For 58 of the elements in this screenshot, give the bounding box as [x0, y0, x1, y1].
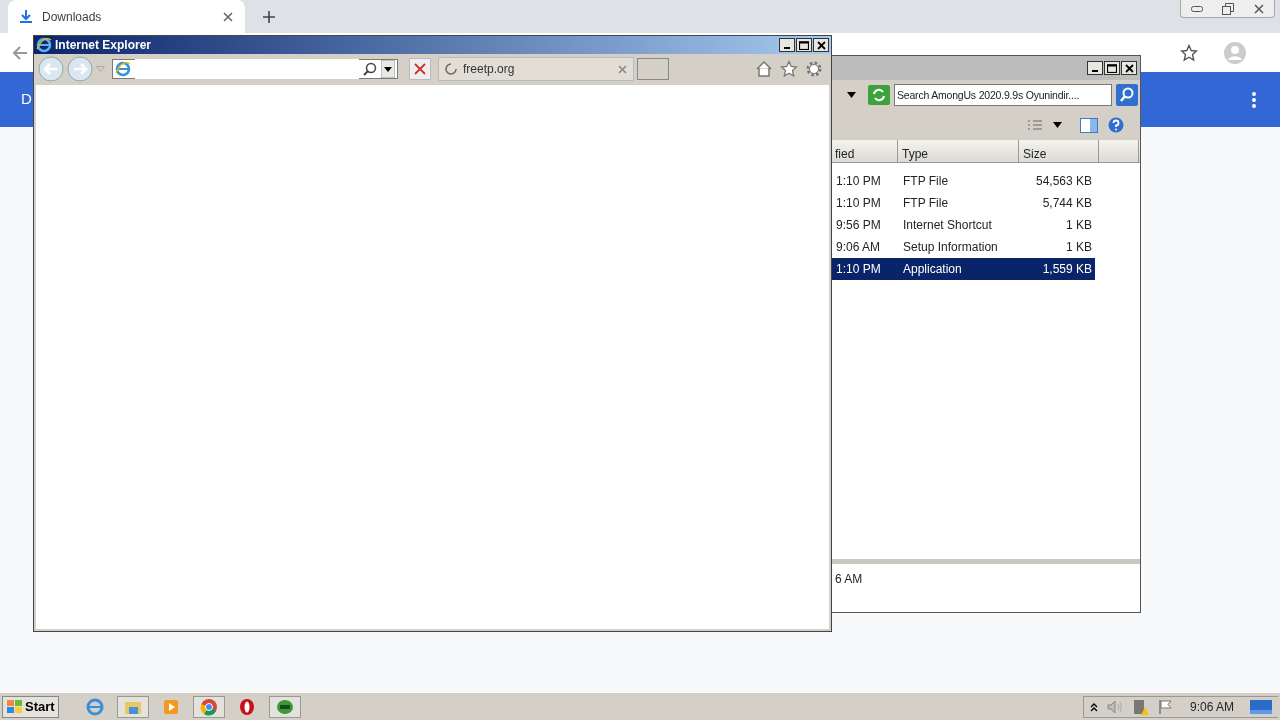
more-icon[interactable] [1252, 91, 1256, 108]
close-button[interactable] [1121, 61, 1137, 75]
page-heading: D [21, 89, 32, 110]
help-icon[interactable] [1108, 117, 1124, 133]
search-field[interactable]: Search AmongUs 2020.9.9s Oyunindir.... [894, 84, 1112, 106]
details-text: 6 AM [835, 572, 863, 586]
address-field[interactable] [112, 59, 398, 79]
home-icon[interactable] [755, 60, 773, 78]
back-icon[interactable] [12, 44, 28, 61]
ftp-icon[interactable] [268, 695, 301, 718]
maximize-button[interactable] [1104, 61, 1120, 75]
preview-pane-icon[interactable] [1080, 117, 1098, 133]
show-desktop-icon[interactable] [1250, 699, 1272, 714]
file-row[interactable]: 1:10 PM FTP File 5,744 KB [831, 192, 1095, 214]
network-icon[interactable] [1131, 697, 1150, 716]
close-icon[interactable] [618, 64, 627, 74]
forward-button[interactable] [67, 56, 93, 82]
column-header[interactable]: Type [898, 140, 1019, 162]
window-title: Internet Explorer [55, 37, 152, 54]
folder-icon[interactable] [116, 695, 149, 718]
file-row[interactable]: 9:56 PM Internet Shortcut 1 KB [831, 214, 1095, 236]
minimize-button[interactable] [779, 38, 795, 52]
search-icon[interactable] [363, 62, 377, 76]
search-icon[interactable] [1116, 84, 1138, 106]
minimize-icon [1190, 5, 1203, 12]
star-icon[interactable] [780, 60, 798, 78]
dropdown-arrow-icon[interactable] [381, 60, 395, 78]
file-row[interactable]: 1:10 PM Application 1,559 KB [831, 258, 1095, 280]
flag-icon[interactable] [1157, 698, 1174, 715]
start-button[interactable]: Start [2, 695, 59, 718]
back-button[interactable] [38, 56, 64, 82]
file-row[interactable]: 9:06 AM Setup Information 1 KB [831, 236, 1095, 258]
close-icon [1253, 3, 1264, 14]
loading-icon [445, 63, 457, 75]
gear-icon[interactable] [805, 60, 823, 78]
new-tab-button[interactable] [637, 58, 669, 80]
dropdown-arrow-icon[interactable] [847, 92, 856, 98]
stop-button[interactable] [409, 58, 431, 80]
speaker-icon[interactable] [1105, 698, 1124, 715]
download-icon [20, 10, 32, 23]
dropdown-arrow-icon[interactable] [1053, 122, 1062, 128]
star-icon[interactable] [1180, 43, 1198, 62]
file-row[interactable]: 1:10 PM FTP File 54,563 KB [831, 170, 1095, 192]
refresh-icon[interactable] [868, 85, 890, 105]
column-header[interactable]: Size [1019, 140, 1099, 162]
maximize-button[interactable] [796, 38, 812, 52]
new-tab-icon[interactable] [263, 11, 275, 23]
browser-tab[interactable]: Downloads [8, 0, 245, 33]
close-icon[interactable] [223, 11, 233, 22]
internet-explorer-icon [36, 37, 52, 53]
minimize-button[interactable] [1087, 61, 1103, 75]
close-button[interactable] [813, 38, 829, 52]
chevron-up-icon[interactable] [1089, 701, 1098, 712]
internet-explorer-icon [115, 61, 131, 77]
browser-tab[interactable]: freetp.org [438, 57, 634, 81]
restore-icon [1221, 2, 1234, 15]
start-logo-icon [6, 699, 23, 714]
chrome-icon[interactable] [192, 695, 225, 718]
